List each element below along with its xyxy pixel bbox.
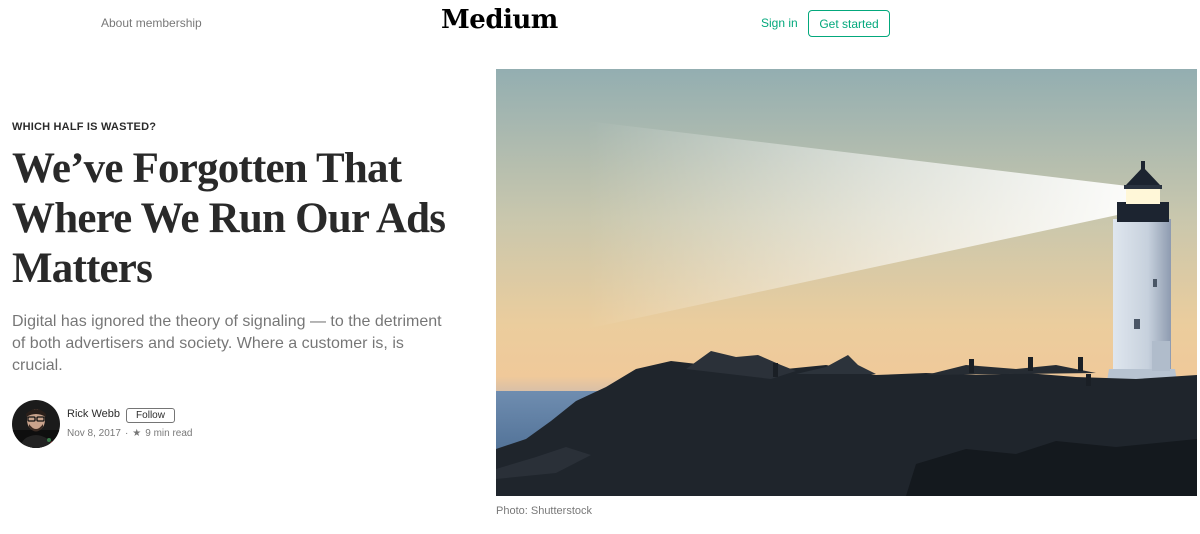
- page: About membership Medium Sign in Get star…: [0, 0, 1200, 534]
- sign-in-link[interactable]: Sign in: [761, 16, 798, 30]
- article-title: We’ve Forgotten That Where We Run Our Ad…: [12, 145, 446, 292]
- star-icon: ★: [132, 428, 142, 439]
- follow-button[interactable]: Follow: [126, 408, 175, 423]
- medium-logo[interactable]: Medium: [441, 5, 558, 35]
- article-subtitle: Digital has ignored the theory of signal…: [12, 313, 442, 374]
- read-time: 9 min read: [145, 428, 193, 439]
- author-avatar[interactable]: [12, 400, 60, 448]
- get-started-button[interactable]: Get started: [808, 10, 890, 37]
- meta-separator: ·: [124, 428, 129, 439]
- hero-caption: Photo: Shutterstock: [496, 505, 592, 517]
- author-name-link[interactable]: Rick Webb: [67, 408, 120, 420]
- hero-image-lighthouse: [496, 69, 1197, 496]
- about-membership-link[interactable]: About membership: [101, 16, 202, 30]
- publish-date: Nov 8, 2017: [67, 428, 121, 439]
- article-meta: Nov 8, 2017 · ★ 9 min read: [67, 428, 193, 439]
- article-kicker: WHICH HALF IS WASTED?: [12, 121, 157, 133]
